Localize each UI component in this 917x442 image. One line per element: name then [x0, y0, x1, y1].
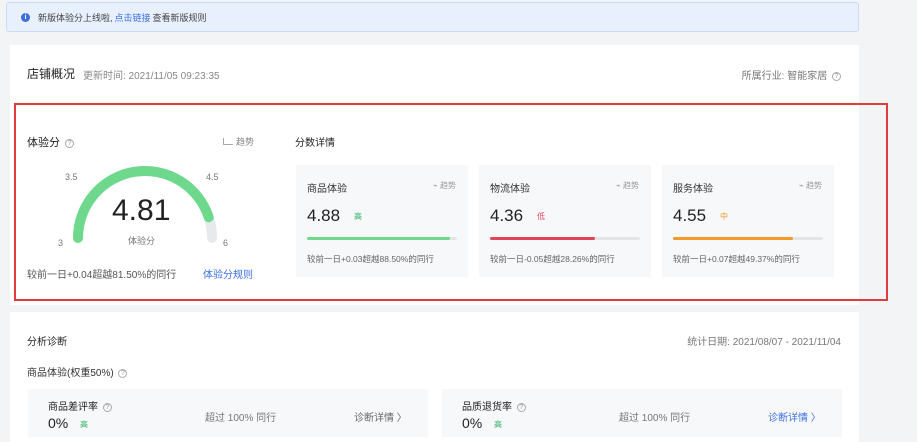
trend-label: 趋势	[623, 181, 639, 190]
detail-trend[interactable]: ⌁ 趋势	[799, 180, 822, 191]
detail-card-logistics: 物流体验 ⌁ 趋势 4.36 低 较前一日-0.05超越28.26%的同行	[479, 165, 651, 277]
notice-link[interactable]: 点击链接	[115, 11, 151, 24]
industry: 所属行业: 智能家居 ?	[742, 67, 841, 82]
detail-level: 低	[537, 212, 545, 221]
detail-value: 4.55	[673, 206, 707, 225]
trend-label: 趋势	[440, 181, 456, 190]
detail-level: 高	[354, 212, 362, 221]
score-label: 体验分 ?	[27, 134, 75, 150]
detail-bar-fill	[673, 237, 793, 240]
score-sub: 体验分	[128, 236, 156, 246]
metric-value: 0%	[462, 415, 483, 431]
analysis-weight: 商品体验(权重50%) ?	[27, 364, 128, 379]
notice-text: 新版体验分上线啦,	[38, 12, 113, 23]
detail-bar	[490, 237, 640, 240]
help-icon[interactable]: ?	[65, 138, 75, 148]
detail-trend[interactable]: ⌁ 趋势	[433, 180, 456, 191]
detail-bar-fill	[490, 237, 595, 240]
detail-trend[interactable]: ⌁ 趋势	[616, 180, 639, 191]
metric-name: 品质退货率 ?	[462, 398, 526, 413]
analysis-weight-text: 商品体验(权重50%)	[27, 368, 114, 379]
detail-name: 物流体验	[490, 184, 530, 195]
metric-level: 高	[80, 420, 88, 429]
detail-value: 4.36	[490, 206, 524, 225]
gauge-max: 6	[223, 238, 229, 248]
help-icon[interactable]: ?	[516, 402, 526, 412]
detail-compare: 较前一日-0.05超越28.26%的同行	[490, 254, 615, 264]
help-icon[interactable]: ?	[102, 402, 112, 412]
metric-name-text: 品质退货率	[462, 402, 512, 413]
score-rule-link[interactable]: 体验分规则	[203, 266, 253, 281]
analysis-title: 分析诊断	[27, 337, 67, 348]
diagnose-link[interactable]: 诊断详情 〉	[354, 409, 407, 424]
trend-icon: ⌁	[798, 181, 806, 190]
trend-icon	[223, 138, 233, 145]
score-compare: 较前一日+0.04超越81.50%的同行	[27, 270, 177, 281]
metric-value: 0%	[48, 415, 69, 431]
trend-label: 趋势	[806, 181, 822, 190]
trend-label: 趋势	[236, 137, 255, 147]
metric-card: 商品差评率 ? 0% 高 超过 100% 同行 诊断详情 〉	[28, 389, 428, 437]
trend-icon: ⌁	[432, 181, 440, 190]
detail-bar	[673, 237, 823, 240]
gauge-tick-left: 3.5	[65, 172, 78, 182]
metric-name: 商品差评率 ?	[48, 398, 112, 413]
help-icon[interactable]: ?	[832, 71, 841, 81]
notice-bar: i 新版体验分上线啦, 点击链接 查看新版规则	[6, 2, 859, 32]
gauge-tick-right: 4.5	[206, 172, 219, 182]
gauge-min: 3	[58, 238, 64, 248]
industry-text: 所属行业: 智能家居	[741, 71, 828, 82]
info-icon: i	[21, 12, 30, 22]
detail-title: 分数详情	[295, 138, 335, 149]
help-icon[interactable]: ?	[118, 368, 128, 378]
detail-bar-fill	[307, 237, 450, 240]
overview-title: 店铺概况	[27, 67, 76, 81]
score-trend[interactable]: 趋势	[223, 135, 254, 148]
analysis-date: 统计日期: 2021/08/07 - 2021/11/04	[687, 337, 841, 348]
metric-card: 品质退货率 ? 0% 高 超过 100% 同行 诊断详情 〉	[442, 389, 842, 437]
detail-card-product: 商品体验 ⌁ 趋势 4.88 高 较前一日+0.03超越88.50%的同行	[296, 165, 468, 277]
detail-level: 中	[720, 212, 728, 221]
update-time: 更新时间: 2021/11/05 09:23:35	[83, 71, 220, 82]
score-label-text: 体验分	[27, 137, 60, 149]
metric-exceed: 超过 100% 同行	[205, 413, 277, 424]
detail-card-service: 服务体验 ⌁ 趋势 4.55 中 较前一日+0.07超越49.37%的同行	[662, 165, 834, 277]
trend-icon: ⌁	[615, 181, 623, 190]
detail-name: 服务体验	[673, 184, 713, 195]
detail-compare: 较前一日+0.07超越49.37%的同行	[673, 254, 800, 264]
diagnose-link[interactable]: 诊断详情 〉	[768, 409, 821, 424]
metric-level: 高	[494, 420, 502, 429]
detail-value: 4.88	[307, 206, 341, 225]
score-value: 4.81	[112, 194, 171, 227]
detail-name: 商品体验	[307, 184, 347, 195]
metric-name-text: 商品差评率	[48, 402, 98, 413]
notice-text-after: 查看新版规则	[152, 12, 207, 23]
metric-exceed: 超过 100% 同行	[619, 413, 691, 424]
detail-bar	[307, 237, 457, 240]
detail-compare: 较前一日+0.03超越88.50%的同行	[307, 254, 434, 264]
